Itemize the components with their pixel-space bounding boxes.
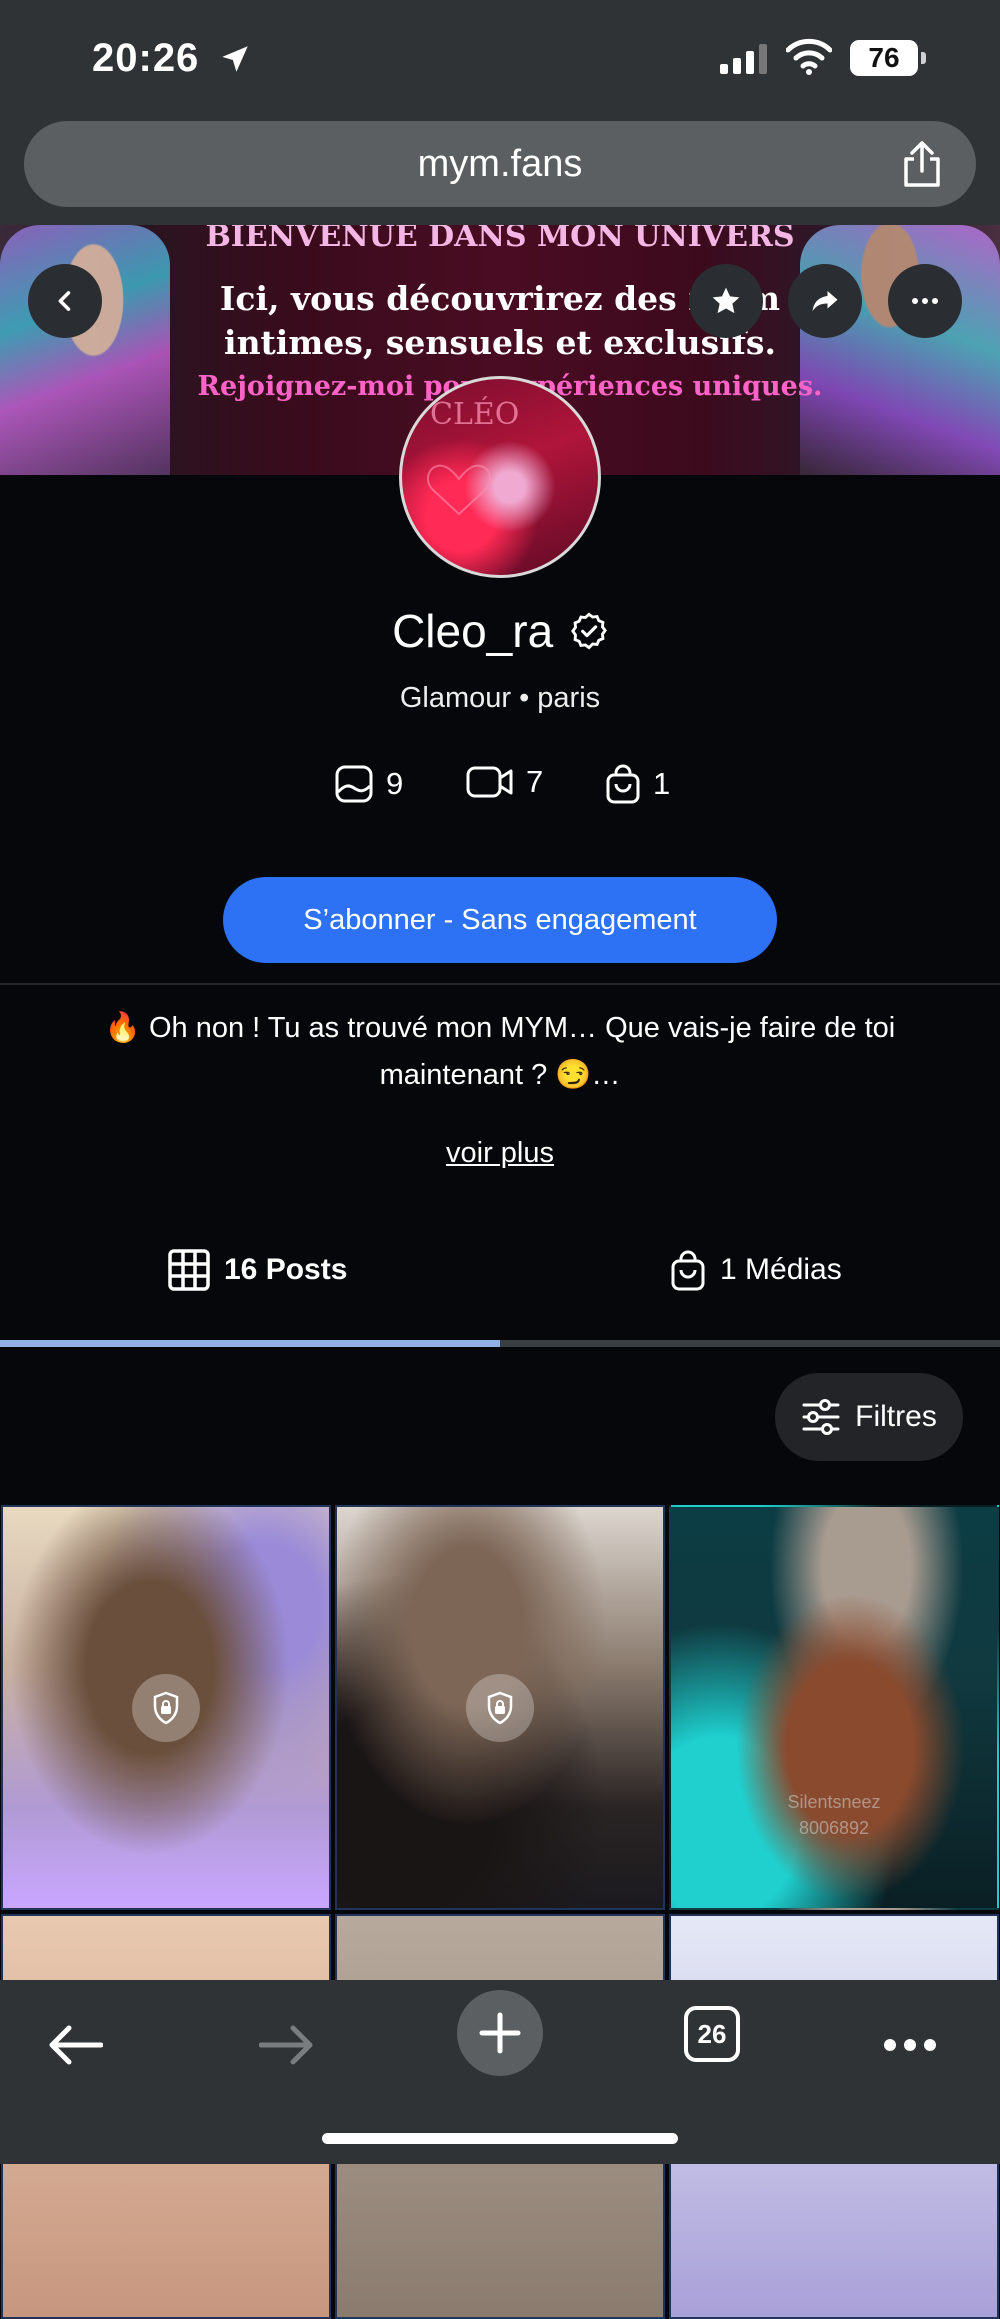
sliders-icon [802,1399,840,1435]
tab-posts[interactable]: 16 Posts [168,1245,347,1295]
verified-badge-icon [571,612,607,650]
ellipsis-icon [884,2039,936,2051]
heart-icon [427,464,491,516]
share-profile-button[interactable] [788,264,862,338]
see-more-link[interactable]: voir plus [0,1137,1000,1170]
browser-menu-button[interactable] [870,2010,950,2080]
browser-address-area: mym.fans [0,115,1000,225]
plus-icon [479,2012,521,2054]
battery-indicator: 76 [850,40,926,76]
browser-back-button[interactable] [40,2010,110,2080]
new-tab-button[interactable] [457,1990,543,2076]
more-options-button[interactable] [888,264,962,338]
avatar-logo-text: CLÉO [430,397,520,432]
photos-count: 9 [334,764,403,804]
post-thumbnail-locked[interactable] [335,1505,665,1910]
tab-media[interactable]: 1 Médias [670,1245,842,1295]
profile-name-row: Cleo_ra [0,600,1000,658]
avatar[interactable]: CLÉO [399,376,601,578]
subscribe-button[interactable]: S’abonner - Sans engagement [223,877,777,963]
tabs-overview-button[interactable]: 26 [684,2006,740,2062]
username: Cleo_ra [392,604,554,657]
cellular-signal-icon [720,44,767,74]
banner-headline: BIENVENUE DANS MON UNIVERS [205,225,795,254]
video-camera-icon [466,766,513,798]
shopping-bag-icon [606,764,640,804]
share-icon[interactable] [900,139,944,189]
watermark: Silentsneez 8006892 [787,1792,881,1838]
ellipsis-icon [912,298,938,304]
divider [0,983,1000,985]
grid-icon [168,1249,210,1291]
share-arrow-icon [812,291,838,311]
post-thumbnail[interactable]: Silentsneez 8006892 [669,1505,999,1910]
status-bar: 20:26 76 [0,0,1000,115]
banner-image-left [0,225,170,475]
profile-bio: 🔥 Oh non ! Tu as trouvé mon MYM… Que vai… [104,1012,896,1091]
profile-stats: 9 7 1 [0,764,1000,814]
lock-shield-icon [466,1673,534,1742]
active-tab-indicator [0,1340,500,1347]
chevron-left-icon [58,291,71,311]
url-text: mym.fans [417,143,583,185]
favorite-button[interactable] [689,264,763,338]
banner-image-right [800,225,1000,475]
shopping-bag-icon [671,1250,705,1291]
home-indicator[interactable] [322,2133,678,2144]
purchases-count: 1 [605,764,670,804]
image-icon [335,765,373,803]
back-button[interactable] [28,264,102,338]
arrow-right-icon [259,2025,313,2065]
profile-subtitle: Glamour • paris [399,682,601,714]
post-thumbnail-locked[interactable] [1,1505,331,1910]
status-time: 20:26 [92,36,200,80]
address-bar[interactable]: mym.fans [24,121,976,207]
filters-button[interactable]: Filtres [775,1373,963,1461]
star-icon [712,287,740,314]
videos-count: 7 [466,764,543,800]
location-arrow-icon [222,46,248,72]
arrow-left-icon [49,2025,103,2065]
lock-shield-icon [132,1673,200,1742]
wifi-icon [786,38,832,75]
browser-forward-button[interactable] [252,2010,322,2080]
browser-toolbar: 26 [0,1980,1000,2164]
